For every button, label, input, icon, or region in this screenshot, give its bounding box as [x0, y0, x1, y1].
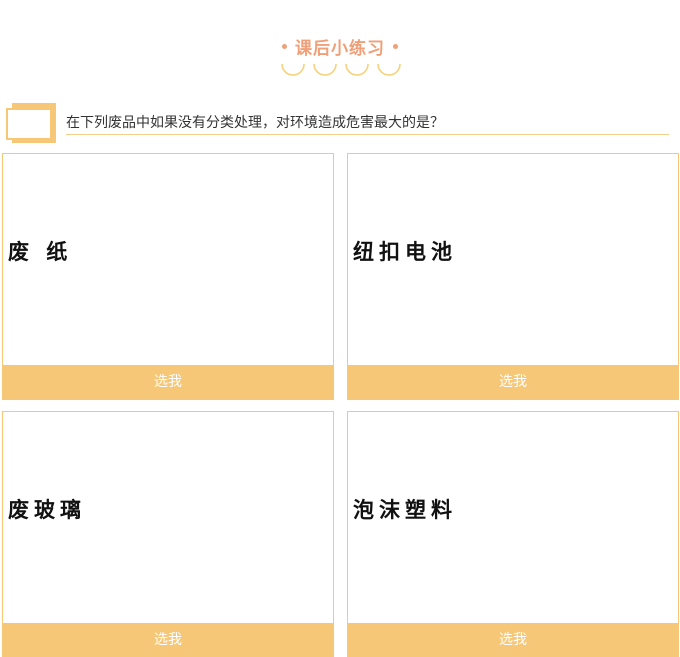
page-title-text: 课后小练习	[295, 39, 385, 59]
arc-icon	[377, 63, 401, 76]
option-label: 废玻璃	[8, 498, 86, 522]
arc-icon	[281, 63, 305, 76]
option-label: 纽扣电池	[353, 240, 457, 264]
choose-button[interactable]: 选我	[3, 365, 333, 399]
choose-button[interactable]: 选我	[348, 365, 678, 399]
arc-icon	[345, 63, 369, 76]
header: 课后小练习	[0, 34, 680, 59]
arc-decoration-icon	[281, 62, 403, 82]
question-card-icon	[6, 103, 56, 143]
option-card-b[interactable]: 纽扣电池 选我	[347, 153, 679, 400]
question-row: 在下列废品中如果没有分类处理，对环境造成危害最大的是？	[6, 103, 669, 145]
question-card-front	[6, 108, 52, 140]
option-label: 泡沫塑料	[353, 498, 457, 522]
option-card-a[interactable]: 废 纸 选我	[2, 153, 334, 400]
question-text: 在下列废品中如果没有分类处理，对环境造成危害最大的是？	[66, 113, 669, 135]
option-label: 废 纸	[8, 240, 73, 264]
arc-icon	[313, 63, 337, 76]
title-right-dot	[393, 44, 398, 49]
page-title: 课后小练习	[274, 34, 406, 59]
choose-button[interactable]: 选我	[348, 623, 678, 657]
option-card-d[interactable]: 泡沫塑料 选我	[347, 411, 679, 657]
option-card-c[interactable]: 废玻璃 选我	[2, 411, 334, 657]
title-left-dot	[282, 44, 287, 49]
choose-button[interactable]: 选我	[3, 623, 333, 657]
